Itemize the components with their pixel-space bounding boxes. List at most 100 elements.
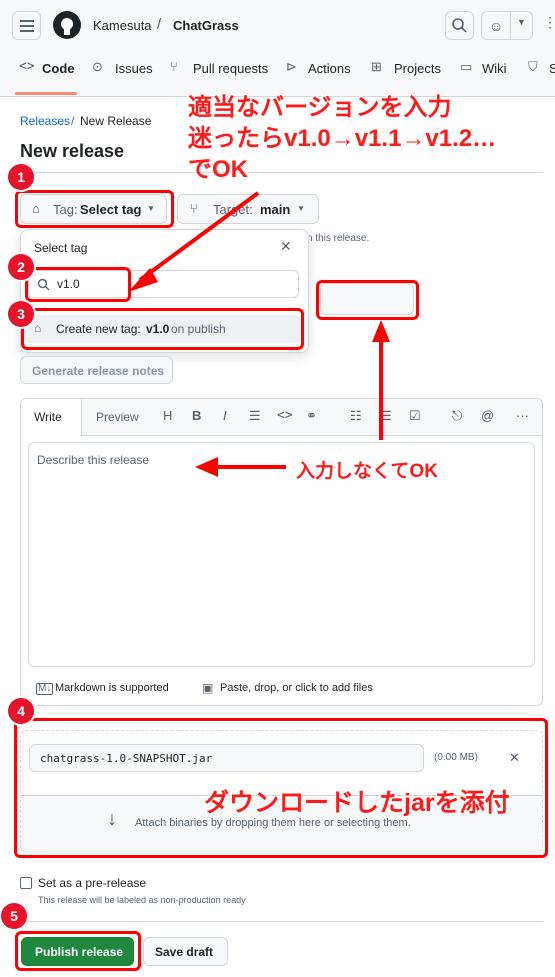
arrow-down-icon: ↓ (107, 808, 117, 830)
repo-separator: / (157, 16, 162, 33)
target-select-button[interactable]: ⑂ Target: main ▼ (177, 194, 319, 224)
breadcrumb-sep: / (71, 114, 75, 128)
tag-icon: ⌂ (34, 321, 42, 335)
branch-icon: ⑂ (190, 201, 198, 216)
chevron-down-icon: ▼ (517, 17, 526, 27)
target-button-prefix: Target: (213, 202, 253, 217)
title-divider (20, 172, 543, 173)
create-tag-name: v1.0 (146, 322, 170, 336)
tag-select-button[interactable]: ⌂ Tag: Select tag ▼ (20, 194, 167, 224)
tag-hint-text: n this release. (307, 233, 370, 244)
annotation-version-line2: 迷ったらv1.0→v1.1→v1.2… (187, 125, 497, 153)
image-icon: ▣ (202, 681, 214, 695)
generate-notes-label: Generate release notes (32, 364, 165, 378)
copilot-button[interactable]: ☺ ▼ (481, 11, 533, 40)
annotation-attach-jar: ダウンロードしたjarを添付 (204, 789, 511, 818)
tab-write[interactable]: Write (21, 399, 82, 436)
tab-code[interactable]: Code (42, 61, 75, 76)
remove-attachment-icon[interactable]: ✕ (509, 750, 520, 766)
chevron-down-icon: ▼ (297, 204, 305, 213)
search-button[interactable] (445, 11, 474, 40)
step-badge-2: 2 (8, 254, 34, 280)
prerelease-hint: This release will be labeled as non-prod… (38, 895, 246, 905)
textarea-placeholder: Describe this release (37, 453, 150, 467)
wiki-icon: ▭ (460, 59, 473, 74)
pull-request-icon: ⑂ (170, 59, 178, 74)
tag-icon: ⌂ (32, 201, 40, 216)
step-badge-1: 1 (8, 164, 34, 190)
active-tab-underline (15, 92, 77, 95)
annotation-version-line1: 適当なバージョンを入力 (188, 94, 453, 122)
markdown-icon: M↓ (36, 683, 54, 695)
projects-icon: ⊞ (371, 59, 382, 74)
tab-preview[interactable]: Preview (96, 410, 139, 424)
create-tag-prefix: Create new tag: (56, 322, 141, 336)
release-title-input[interactable] (320, 283, 414, 315)
task-list-icon[interactable]: ☑ (409, 408, 421, 424)
attach-files-note[interactable]: Paste, drop, or click to add files (220, 682, 373, 694)
copilot-icon: ☺ (489, 18, 504, 34)
save-draft-label: Save draft (155, 945, 214, 959)
actions-divider (20, 921, 543, 922)
annotation-version-line3: でOK (188, 156, 249, 184)
prerelease-label[interactable]: Set as a pre-release (38, 876, 146, 890)
tab-pull-requests[interactable]: Pull requests (193, 61, 268, 76)
heading-icon[interactable]: H (163, 408, 172, 423)
link-icon[interactable]: ⚭ (306, 408, 317, 424)
step-badge-3: 3 (8, 301, 34, 327)
tab-security[interactable]: S (549, 61, 555, 76)
bold-icon[interactable]: B (192, 408, 201, 423)
security-icon: ⛉ (528, 59, 538, 74)
menu-button[interactable] (12, 11, 41, 40)
target-button-value: main (260, 202, 291, 217)
publish-release-button[interactable]: Publish release (21, 937, 134, 966)
actions-icon: ⊳ (286, 59, 297, 74)
italic-icon[interactable]: I (223, 408, 227, 423)
attach-icon[interactable]: ⎋ (452, 408, 462, 424)
more-icon[interactable]: ··· (516, 408, 529, 423)
github-logo-icon[interactable] (53, 11, 81, 39)
bullet-list-icon[interactable]: ☰ (380, 408, 392, 424)
tag-button-prefix: Tag: (53, 202, 78, 217)
quote-icon[interactable]: ☰ (249, 408, 261, 424)
select-tag-title: Select tag (34, 241, 88, 255)
prerelease-checkbox[interactable] (20, 877, 32, 889)
tab-wiki[interactable]: Wiki (482, 61, 507, 76)
repo-owner-link[interactable]: Kamesuta (93, 18, 152, 33)
close-icon[interactable]: ✕ (280, 238, 292, 255)
step-badge-4: 4 (8, 698, 34, 724)
tab-write-label: Write (34, 410, 62, 424)
overflow-dots-icon[interactable]: ⋮ (543, 14, 555, 31)
tab-projects[interactable]: Projects (394, 61, 441, 76)
release-notes-textarea[interactable]: Describe this release (28, 442, 535, 667)
chevron-down-icon: ▼ (147, 204, 155, 213)
markdown-note[interactable]: Markdown is supported (55, 682, 169, 694)
generate-release-notes-button[interactable]: Generate release notes (20, 356, 173, 384)
annotation-no-input: 入力しなくてOK (296, 461, 439, 483)
page-title: New release (20, 141, 125, 161)
create-tag-suffix: on publish (171, 322, 226, 336)
tab-actions[interactable]: Actions (308, 61, 351, 76)
numbered-list-icon[interactable]: ☷ (350, 408, 362, 424)
tag-button-value: Select tag (80, 202, 142, 217)
step-badge-5: 5 (1, 903, 27, 929)
code-icon[interactable]: <> (277, 408, 293, 423)
attachment-filename: chatgrass-1.0-SNAPSHOT.jar (40, 752, 213, 765)
attachment-size: (0.00 MB) (434, 752, 478, 763)
search-icon (452, 18, 467, 33)
publish-label: Publish release (35, 945, 124, 959)
issue-icon: ⊙ (92, 59, 103, 74)
hamburger-icon (20, 20, 34, 32)
mention-icon[interactable]: @ (481, 408, 494, 423)
attachment-filename-field[interactable]: chatgrass-1.0-SNAPSHOT.jar (29, 744, 424, 772)
create-new-tag-option[interactable]: ⌂ Create new tag: v1.0 on publish (24, 315, 301, 343)
tag-search-value: v1.0 (57, 277, 80, 291)
tab-issues[interactable]: Issues (115, 61, 153, 76)
breadcrumb-current: New Release (80, 114, 152, 128)
search-icon (37, 278, 50, 291)
code-icon: <> (19, 59, 35, 74)
save-draft-button[interactable]: Save draft (143, 937, 228, 966)
repo-name-link[interactable]: ChatGrass (173, 18, 239, 33)
breadcrumb-releases[interactable]: Releases (20, 114, 70, 128)
tag-search-input[interactable]: v1.0 (28, 270, 299, 298)
